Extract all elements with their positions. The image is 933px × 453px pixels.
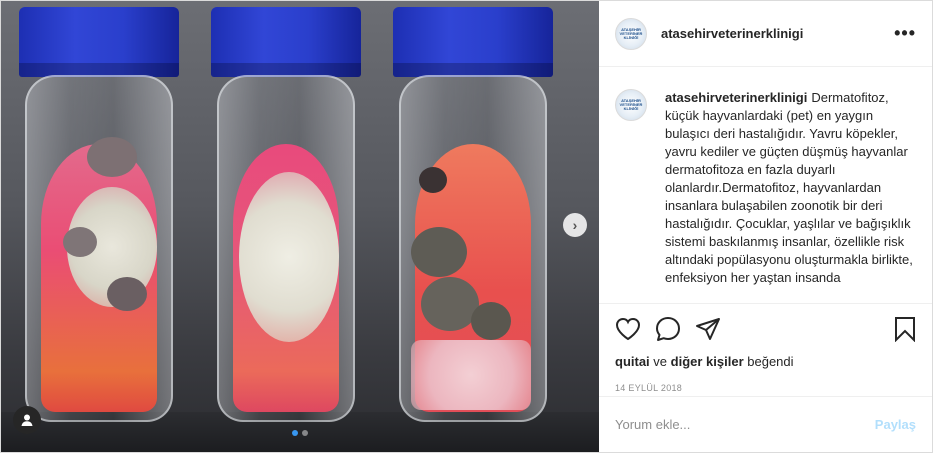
heart-icon [615, 317, 641, 341]
comment-icon [656, 317, 680, 341]
caption-text: Dermatofitoz, küçük hayvanlardaki (pet) … [665, 90, 913, 285]
jar-glass [25, 75, 173, 422]
comment-bar: Paylaş [599, 396, 932, 452]
likes-suffix: beğendi [747, 354, 794, 369]
avatar-logo-text: ATAŞEHİR VETERİNER KLİNİĞİ [619, 26, 643, 40]
likes-connector: ve [653, 354, 668, 369]
jar-cap [19, 7, 179, 77]
actions-section: quitai ve diğer kişiler beğendi 14 EYLÜL… [599, 303, 932, 393]
username-link[interactable]: atasehirveterinerklinigi [661, 26, 803, 41]
likes-summary: quitai ve diğer kişiler beğendi [615, 354, 916, 369]
share-icon [696, 318, 720, 340]
bookmark-icon [895, 317, 915, 342]
carousel-next-button[interactable]: › [563, 213, 587, 237]
fungal-colony [107, 277, 147, 311]
caption-area: ATAŞEHİR VETERİNER KLİNİĞİ atasehirveter… [599, 67, 932, 303]
jar-cap [211, 7, 361, 77]
agar-sediment [411, 340, 531, 410]
avatar[interactable]: ATAŞEHİR VETERİNER KLİNİĞİ [615, 89, 647, 121]
avatar[interactable]: ATAŞEHİR VETERİNER KLİNİĞİ [615, 17, 647, 50]
instagram-post: › ATAŞEHİR VETERİNER KLİNİĞİ atasehirvet… [0, 0, 933, 453]
caption: atasehirveterinerklinigi Dermatofitoz, kü… [665, 89, 916, 303]
user-tag-button[interactable] [13, 406, 41, 434]
likes-user-link[interactable]: quitai [615, 354, 650, 369]
more-options-button[interactable]: ••• [894, 23, 916, 44]
post-comment-button[interactable]: Paylaş [875, 417, 916, 432]
culture-jar-3 [393, 7, 553, 422]
caption-username[interactable]: atasehirveterinerklinigi [665, 90, 807, 105]
post-sidebar: ATAŞEHİR VETERİNER KLİNİĞİ atasehirveter… [599, 1, 932, 452]
avatar-logo-text: ATAŞEHİR VETERİNER KLİNİĞİ [619, 98, 643, 111]
fungal-colony [239, 172, 339, 342]
fungal-colony [471, 302, 511, 340]
post-header: ATAŞEHİR VETERİNER KLİNİĞİ atasehirveter… [599, 1, 932, 67]
like-button[interactable] [615, 317, 641, 341]
post-media[interactable]: › [1, 1, 599, 452]
culture-jar-1 [19, 7, 179, 422]
user-tag-icon [21, 414, 33, 426]
chevron-right-icon: › [572, 217, 578, 233]
share-button[interactable] [695, 317, 721, 341]
action-bar [615, 304, 916, 354]
jar-glass [399, 75, 547, 422]
fungal-colony [87, 137, 137, 177]
carousel-dot [302, 430, 308, 436]
fungal-colony [63, 227, 97, 257]
carousel-dot [292, 430, 298, 436]
likes-others-link[interactable]: diğer kişiler [671, 354, 744, 369]
culture-jar-2 [211, 7, 361, 422]
save-button[interactable] [894, 316, 916, 342]
post-date[interactable]: 14 EYLÜL 2018 [615, 383, 916, 393]
fungal-colony [419, 167, 447, 193]
carousel-indicator [292, 430, 308, 436]
fungal-colony [411, 227, 467, 277]
jar-glass [217, 75, 355, 422]
comment-button[interactable] [655, 316, 681, 342]
jar-cap [393, 7, 553, 77]
comment-input[interactable] [615, 417, 875, 432]
